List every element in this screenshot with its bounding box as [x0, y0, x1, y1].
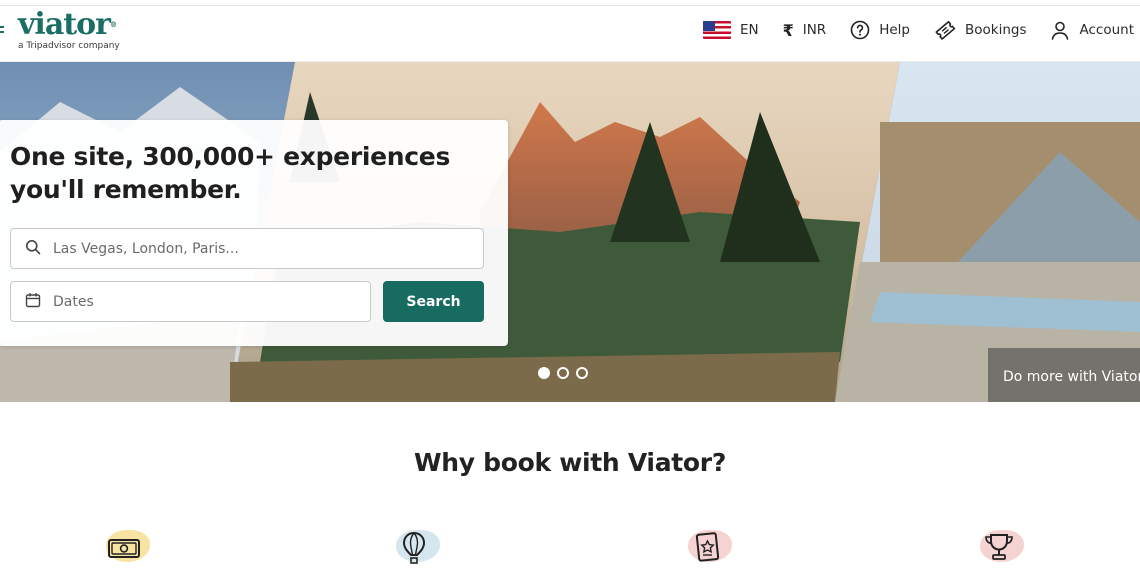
hero-carousel: One site, 300,000+ experiences you'll re…	[0, 62, 1140, 402]
promo-banner[interactable]: Do more with Viator	[988, 348, 1140, 402]
dates-field[interactable]: Dates	[10, 281, 371, 322]
help-label: Help	[879, 22, 910, 38]
account-link[interactable]: Account	[1050, 20, 1134, 40]
carousel-dot-2[interactable]	[557, 367, 569, 379]
language-label: EN	[739, 22, 759, 38]
search-button[interactable]: Search	[383, 281, 484, 322]
site-header: viator® a Tripadvisor company EN ₹ INR H…	[0, 6, 1140, 62]
language-selector[interactable]: EN	[702, 21, 759, 39]
search-icon	[25, 239, 41, 259]
bookings-link[interactable]: Bookings	[934, 20, 1027, 40]
money-icon	[100, 524, 160, 570]
us-flag-icon	[702, 21, 731, 39]
header-nav: EN ₹ INR Help Bookings Account	[702, 20, 1134, 40]
carousel-dot-1[interactable]	[538, 367, 550, 379]
why-book-icons	[0, 524, 1140, 570]
logo-tagline: a Tripadvisor company	[18, 41, 120, 51]
location-search-input[interactable]	[53, 240, 453, 257]
trophy-icon	[974, 524, 1034, 570]
location-search-field[interactable]	[10, 228, 484, 269]
logo-wordmark: viator®	[18, 7, 117, 42]
search-card: One site, 300,000+ experiences you'll re…	[0, 120, 508, 346]
viator-logo[interactable]: viator® a Tripadvisor company	[18, 7, 120, 52]
account-label: Account	[1079, 22, 1134, 38]
currency-label: INR	[802, 22, 827, 38]
hero-headline: One site, 300,000+ experiences you'll re…	[10, 142, 451, 204]
carousel-dot-3[interactable]	[576, 367, 588, 379]
badge-star-icon	[682, 524, 742, 570]
user-icon	[1050, 20, 1070, 40]
ticket-icon	[934, 20, 956, 40]
hot-air-balloon-icon	[390, 524, 450, 570]
rupee-icon: ₹	[782, 20, 794, 40]
currency-selector[interactable]: ₹ INR	[783, 21, 827, 40]
bookings-label: Bookings	[964, 22, 1027, 38]
dates-placeholder: Dates	[53, 293, 94, 310]
hamburger-menu-icon[interactable]	[0, 26, 6, 36]
calendar-icon	[25, 292, 41, 312]
help-circle-icon	[850, 20, 870, 40]
help-link[interactable]: Help	[850, 20, 910, 40]
carousel-dots	[538, 367, 595, 379]
why-book-title: Why book with Viator?	[413, 448, 727, 477]
